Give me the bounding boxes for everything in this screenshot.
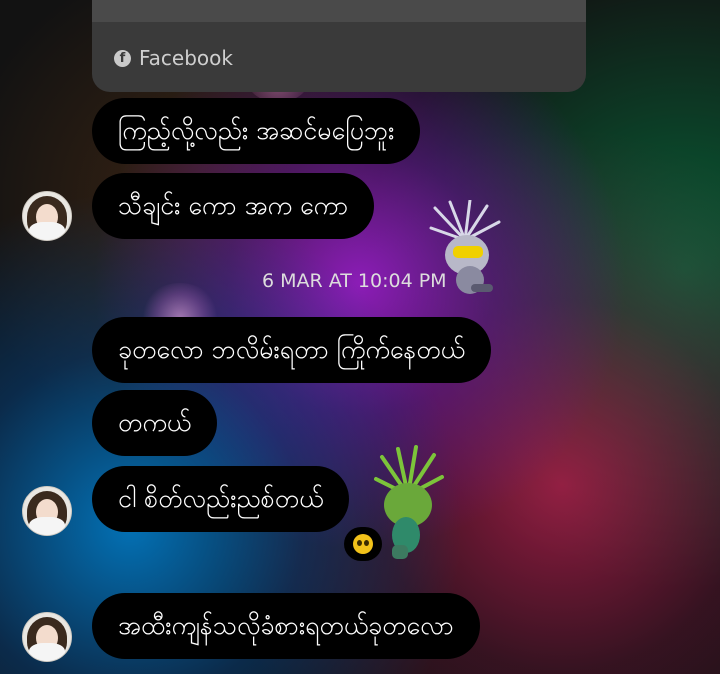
pleading-face-emoji bbox=[353, 534, 373, 554]
sender-avatar[interactable] bbox=[22, 486, 72, 536]
timestamp-divider: 6 MAR AT 10:04 PM bbox=[262, 270, 447, 292]
link-preview-card[interactable]: f Facebook bbox=[92, 0, 586, 92]
troll-sticker[interactable] bbox=[372, 445, 448, 565]
link-preview-image bbox=[92, 0, 586, 22]
sender-avatar[interactable] bbox=[22, 191, 72, 241]
message-bubble[interactable]: သီချင်း ကော အက ကော bbox=[92, 173, 375, 239]
message-reaction[interactable] bbox=[344, 527, 382, 561]
message-bubble[interactable]: ခုတလော ဘလိမ်းရတာ ကြိုက်နေတယ် bbox=[92, 317, 491, 383]
message-bubble[interactable]: ကြည့်လို့လည်း အဆင်မပြေဘူး bbox=[92, 98, 421, 164]
link-preview-source-label: Facebook bbox=[139, 46, 233, 70]
sender-avatar[interactable] bbox=[22, 612, 72, 662]
message-bubble[interactable]: ငါ စိတ်လည်းညစ်တယ် bbox=[92, 466, 350, 532]
message-bubble[interactable]: တကယ် bbox=[92, 390, 218, 456]
message-bubble[interactable]: အထီးကျန်သလိုခံစားရတယ်ခုတလော bbox=[92, 593, 480, 659]
link-preview-source: f Facebook bbox=[114, 46, 233, 70]
facebook-icon: f bbox=[114, 49, 131, 67]
